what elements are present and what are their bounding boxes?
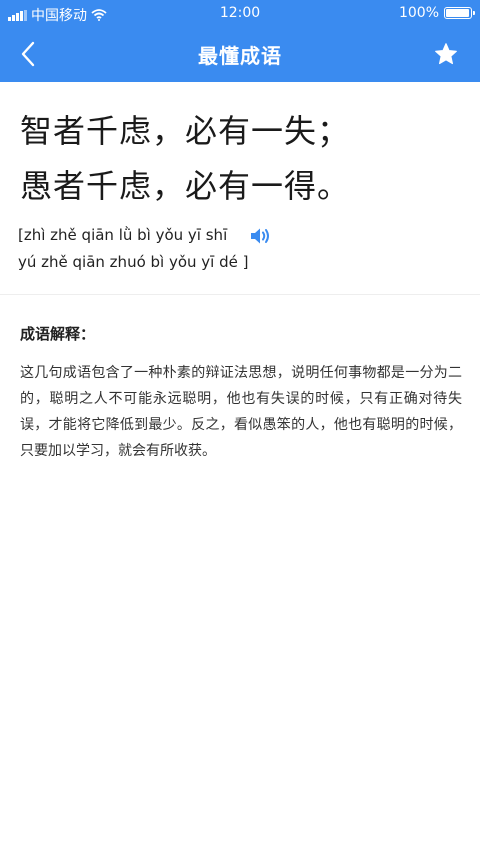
pronounce-button[interactable]: [249, 226, 275, 246]
pinyin-row-1: [zhì zhě qiān lǜ bì yǒu yī shī: [18, 222, 458, 249]
page-title: 最懂成语: [198, 44, 282, 68]
speaker-icon: [251, 228, 270, 243]
favorite-button[interactable]: [424, 32, 468, 76]
idiom-line-1: 智者千虑，必有一失；: [20, 112, 351, 150]
star-icon: [435, 43, 457, 65]
pinyin: [zhì zhě qiān lǜ bì yǒu yī shī yú zhě qi…: [18, 222, 458, 276]
explanation-body: 这几句成语包含了一种朴素的辩证法思想，说明任何事物都是一分为二的，聪明之人不可能…: [20, 365, 462, 459]
idiom-line-2: 愚者千虑，必有一得。: [20, 167, 351, 205]
screen: 中国移动 12:00 100% 最懂成语 智者千虑，必有一失； 愚者千虑，必有一…: [0, 0, 480, 855]
status-bar: 中国移动 12:00 100%: [0, 0, 480, 26]
status-right: 100%: [398, 5, 475, 21]
pinyin-line-1: [zhì zhě qiān lǜ bì yǒu yī shī: [18, 226, 228, 244]
section-divider: [0, 294, 480, 295]
pinyin-line-2: yú zhě qiān zhuó bì yǒu yī dé ]: [18, 253, 249, 271]
pinyin-row-2: yú zhě qiān zhuó bì yǒu yī dé ]: [18, 249, 458, 276]
explanation-heading: 成语解释：: [20, 325, 96, 343]
battery-percent: 100%: [398, 5, 439, 21]
idiom-text: 智者千虑，必有一失； 愚者千虑，必有一得。: [20, 104, 460, 214]
battery-icon: [444, 7, 475, 19]
battery-tip: [473, 11, 475, 15]
app-header: 中国移动 12:00 100% 最懂成语: [0, 0, 480, 82]
nav-bar: 最懂成语: [0, 26, 480, 82]
battery-fill: [446, 9, 469, 17]
